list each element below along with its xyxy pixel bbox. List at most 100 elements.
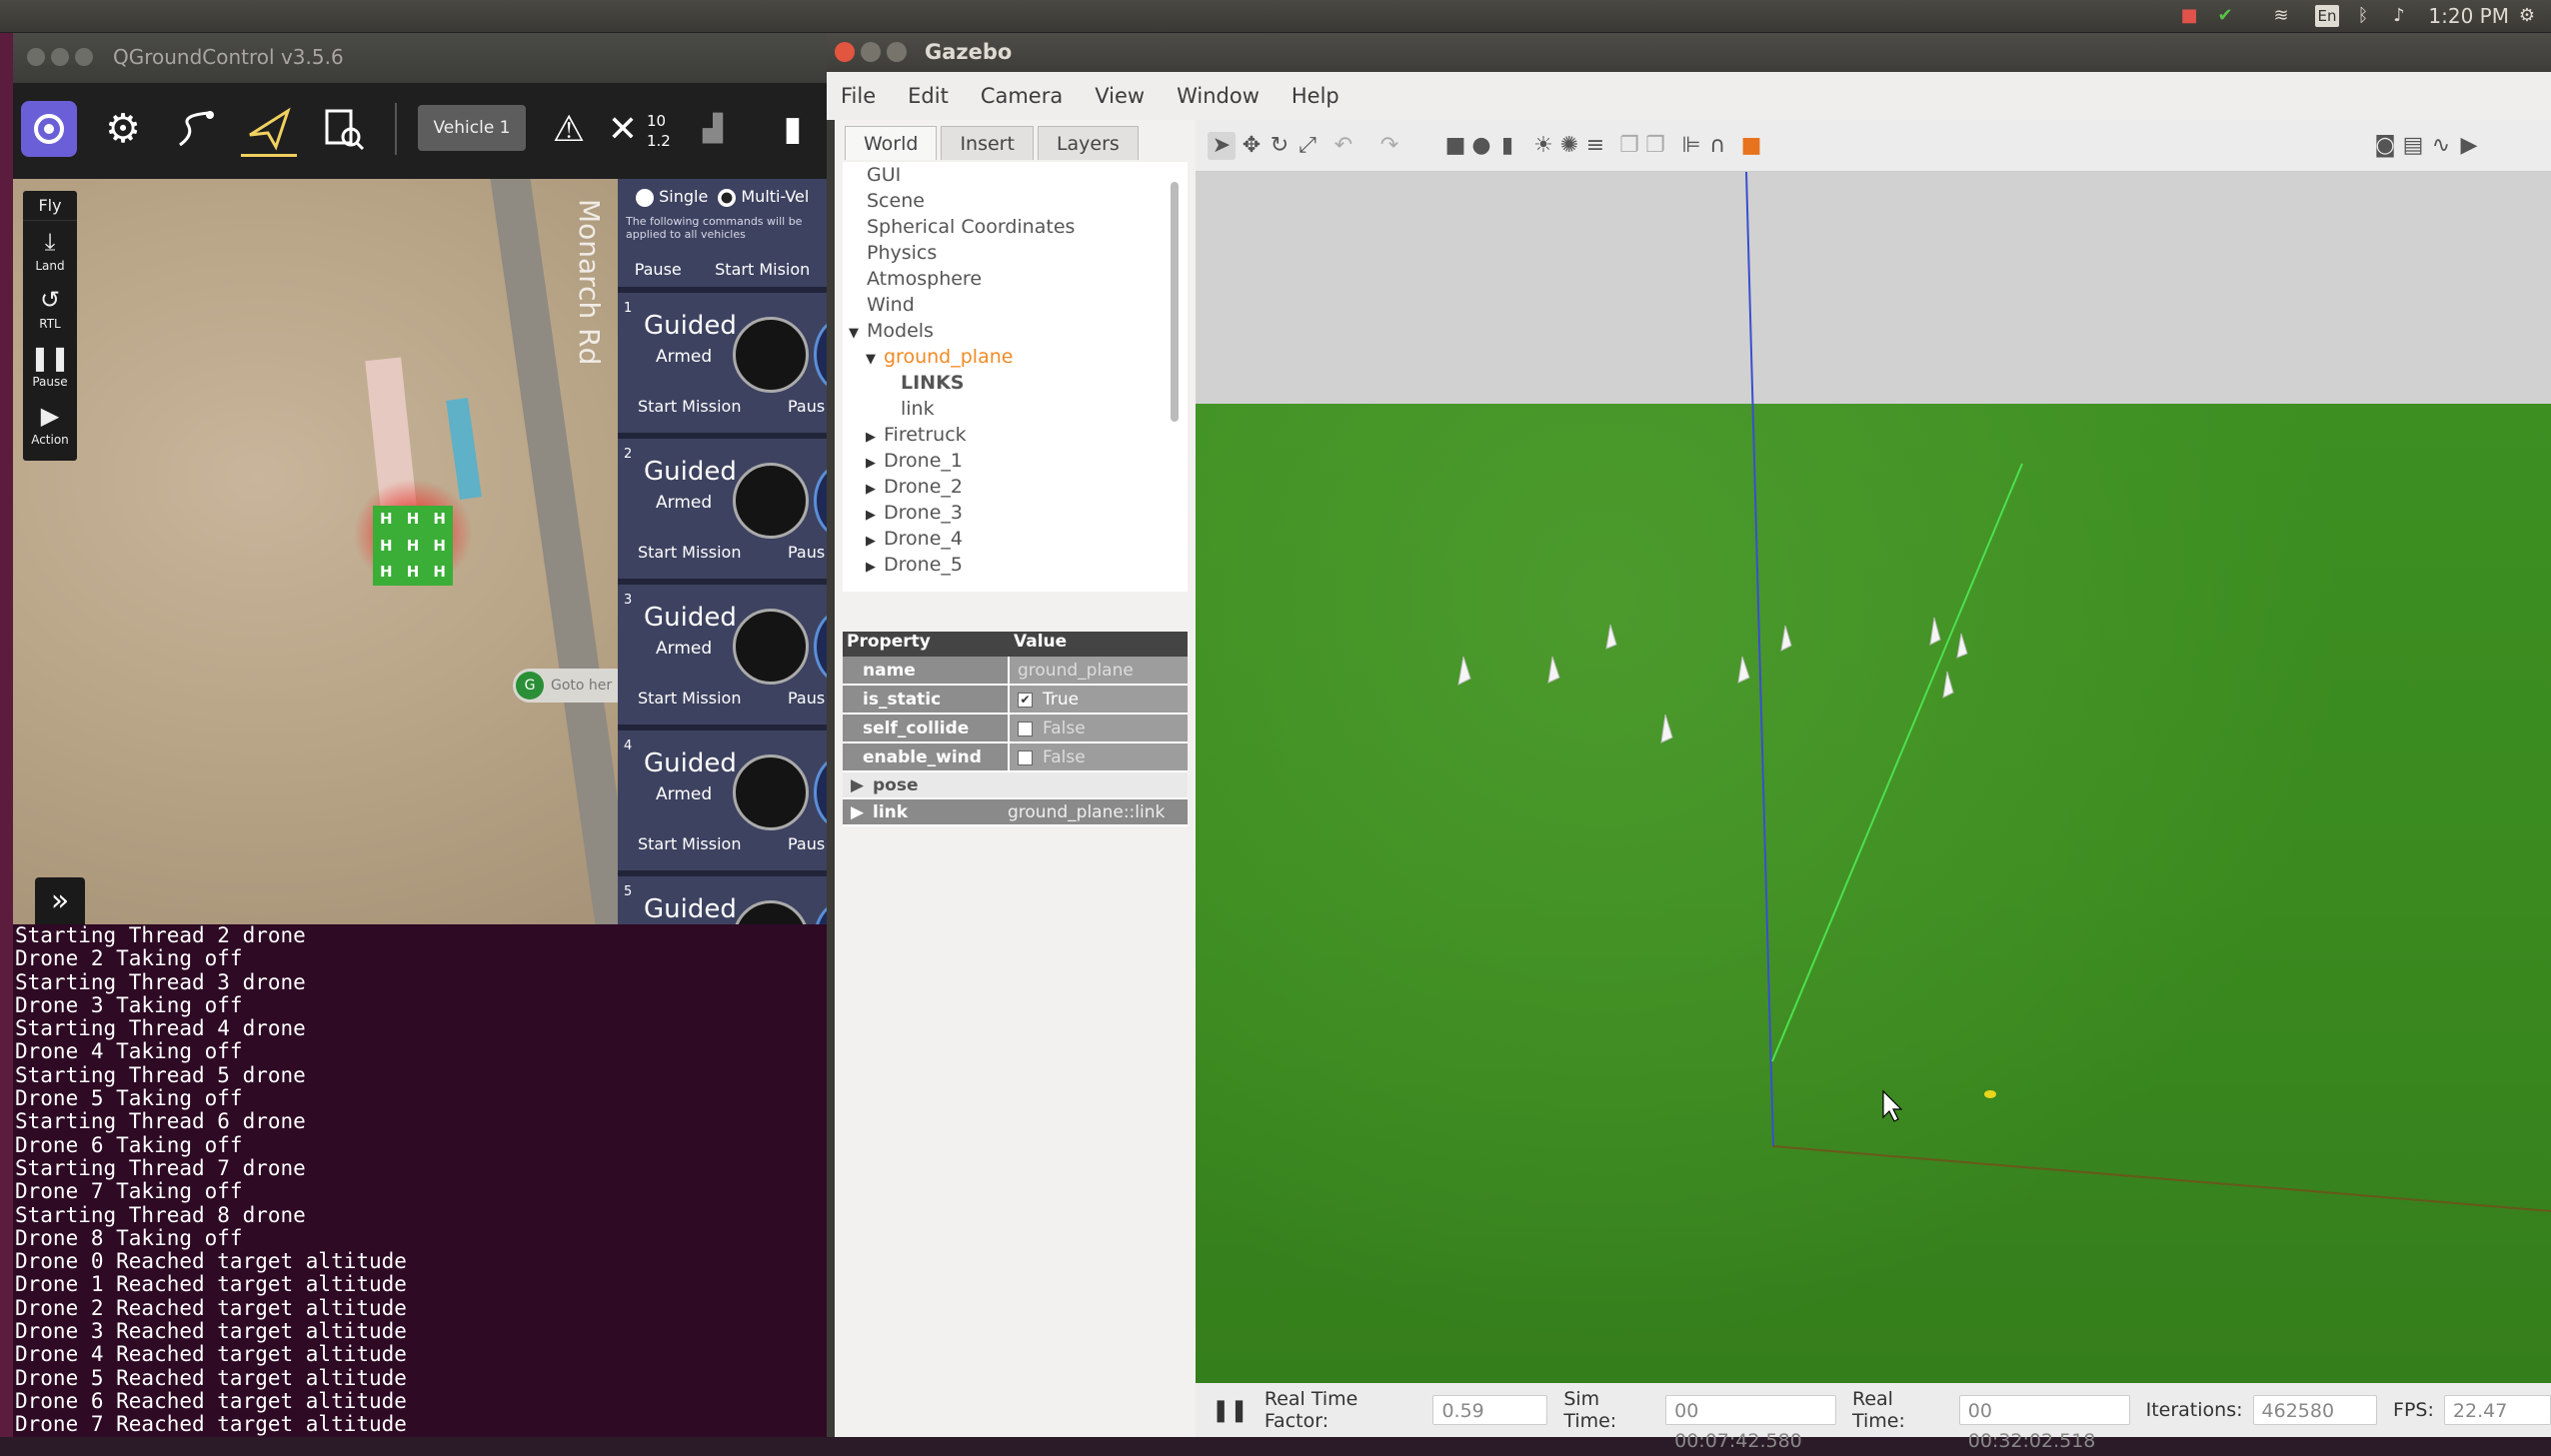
spot-light-icon[interactable]: ✺: [1555, 132, 1583, 160]
fly-view-button[interactable]: [241, 101, 297, 157]
copy-icon[interactable]: ❐: [1615, 132, 1643, 160]
tree-item[interactable]: Spherical Coordinates: [843, 214, 1188, 240]
settings-button[interactable]: ⚙: [95, 101, 151, 157]
volume-icon[interactable]: ♪: [2387, 5, 2411, 27]
rtl-button[interactable]: ↺ RTL: [23, 279, 77, 337]
box-shape-icon[interactable]: ■: [1441, 132, 1469, 160]
tree-item[interactable]: LINKS: [843, 370, 1188, 396]
qgc-logo-button[interactable]: [21, 101, 77, 157]
minimize-window-button[interactable]: [51, 48, 69, 66]
start-mission-button[interactable]: Start Mission: [638, 689, 741, 708]
pause-button[interactable]: Paus: [788, 689, 825, 708]
pause-button[interactable]: ❚❚ Pause: [23, 337, 77, 395]
link-expander[interactable]: ▶ link ground_plane::link: [843, 799, 1188, 826]
tree-item[interactable]: ▶ Drone_4: [843, 526, 1188, 552]
analyze-button[interactable]: [315, 101, 371, 157]
tab-layers[interactable]: Layers: [1037, 126, 1139, 160]
undo-icon[interactable]: ↶: [1329, 132, 1357, 160]
start-mission-button[interactable]: Start Mission: [638, 543, 741, 562]
warning-button[interactable]: ⚠: [541, 101, 597, 157]
expand-button[interactable]: »: [35, 877, 85, 924]
menu-window[interactable]: Window: [1177, 84, 1260, 108]
pause-button[interactable]: Paus: [788, 397, 825, 416]
start-mission-button[interactable]: Start Mission: [638, 397, 741, 416]
close-window-button[interactable]: [27, 48, 45, 66]
action-button[interactable]: ▶ Action: [23, 395, 77, 453]
tree-item[interactable]: ▶ Firetruck: [843, 422, 1188, 448]
tree-item[interactable]: ▶ Drone_5: [843, 552, 1188, 578]
terminal-output[interactable]: Starting Thread 2 drone Drone 2 Taking of…: [13, 924, 827, 1437]
3d-viewport[interactable]: [1196, 172, 2551, 1383]
flight-mode[interactable]: Guided: [644, 603, 737, 633]
tree-item[interactable]: ▼ ground_plane: [843, 344, 1188, 370]
maximize-window-button[interactable]: [75, 48, 93, 66]
bluetooth-icon[interactable]: ᛒ: [2351, 5, 2375, 27]
sphere-shape-icon[interactable]: ●: [1467, 132, 1495, 160]
maximize-window-button[interactable]: [887, 42, 907, 62]
close-window-button[interactable]: [835, 42, 855, 62]
flight-mode[interactable]: Guided: [644, 748, 737, 778]
is-static-checkbox[interactable]: ✔: [1018, 692, 1033, 708]
chevron-right-icon[interactable]: ▶: [866, 555, 880, 581]
redo-icon[interactable]: ↷: [1375, 132, 1403, 160]
screenshot-icon[interactable]: ◙: [2371, 132, 2399, 160]
tree-item[interactable]: link: [843, 396, 1188, 422]
record-video-icon[interactable]: ▶: [2455, 132, 2483, 160]
pause-simulation-button[interactable]: ❚❚: [1212, 1398, 1249, 1423]
tab-insert[interactable]: Insert: [941, 126, 1034, 160]
menu-view[interactable]: View: [1095, 84, 1145, 108]
pause-button[interactable]: Paus: [788, 543, 825, 562]
log-icon[interactable]: ▤: [2399, 132, 2427, 160]
gps-indicator[interactable]: ✕: [603, 101, 643, 157]
minimize-window-button[interactable]: [861, 42, 881, 62]
tree-item[interactable]: ▼ Models: [843, 318, 1188, 344]
vehicle-selector[interactable]: Vehicle 1: [418, 105, 526, 151]
gear-icon[interactable]: ⚙: [2515, 5, 2539, 27]
pause-button[interactable]: Paus: [788, 834, 825, 853]
self-collide-checkbox[interactable]: [1018, 721, 1033, 736]
pause-all-button[interactable]: Pause: [635, 260, 682, 279]
battery-indicator[interactable]: ▮: [773, 101, 813, 157]
align-icon[interactable]: ⊫: [1677, 132, 1705, 160]
cylinder-shape-icon[interactable]: ▮: [1493, 132, 1521, 160]
change-view-icon[interactable]: ■: [1737, 132, 1765, 160]
start-mission-button[interactable]: Start Mission: [638, 834, 741, 853]
tree-item[interactable]: Atmosphere: [843, 266, 1188, 292]
rc-indicator[interactable]: ▟: [693, 101, 733, 157]
home-pads[interactable]: HHH HHH HHH: [373, 506, 453, 586]
tree-item[interactable]: Wind: [843, 292, 1188, 318]
world-tree[interactable]: GUI Scene Spherical Coordinates Physics Atmo…: [843, 162, 1188, 592]
tree-item[interactable]: Scene: [843, 188, 1188, 214]
tree-scrollbar[interactable]: [1171, 182, 1179, 422]
translate-mode-icon[interactable]: ✥: [1238, 132, 1266, 160]
plan-button[interactable]: [168, 101, 224, 157]
keyboard-layout-indicator[interactable]: En: [2315, 5, 2339, 27]
select-mode-icon[interactable]: ➤: [1208, 132, 1236, 160]
tree-item[interactable]: ▶ Drone_1: [843, 448, 1188, 474]
goto-here-button[interactable]: G Goto her: [513, 669, 633, 703]
menu-edit[interactable]: Edit: [908, 84, 949, 108]
enable-wind-checkbox[interactable]: [1018, 749, 1033, 765]
paste-icon[interactable]: ❐: [1641, 132, 1669, 160]
flight-mode[interactable]: Guided: [644, 311, 737, 341]
shield-check-icon[interactable]: ✔: [2213, 5, 2237, 27]
flight-mode[interactable]: Guided: [644, 457, 737, 487]
rotate-mode-icon[interactable]: ↻: [1266, 132, 1293, 160]
start-mission-all-button[interactable]: Start Mision: [715, 260, 810, 279]
menu-file[interactable]: File: [841, 84, 876, 108]
clock[interactable]: 1:20 PM: [2428, 4, 2509, 28]
flight-mode[interactable]: Guided: [644, 894, 737, 924]
tree-item[interactable]: ▶ Drone_2: [843, 474, 1188, 500]
chevron-down-icon[interactable]: ▼: [866, 347, 880, 373]
wifi-icon[interactable]: ≋: [2269, 5, 2293, 27]
scale-mode-icon[interactable]: ⤢: [1293, 132, 1321, 160]
tree-item[interactable]: Physics: [843, 240, 1188, 266]
point-light-icon[interactable]: ☀: [1529, 132, 1557, 160]
land-button[interactable]: ⤓ Land: [23, 221, 77, 279]
menu-camera[interactable]: Camera: [981, 84, 1063, 108]
pose-expander[interactable]: ▶ pose: [843, 772, 1188, 799]
snap-icon[interactable]: ∩: [1703, 132, 1731, 160]
tab-world[interactable]: World: [845, 126, 938, 160]
directional-light-icon[interactable]: ≡: [1581, 132, 1609, 160]
menu-help[interactable]: Help: [1291, 84, 1339, 108]
